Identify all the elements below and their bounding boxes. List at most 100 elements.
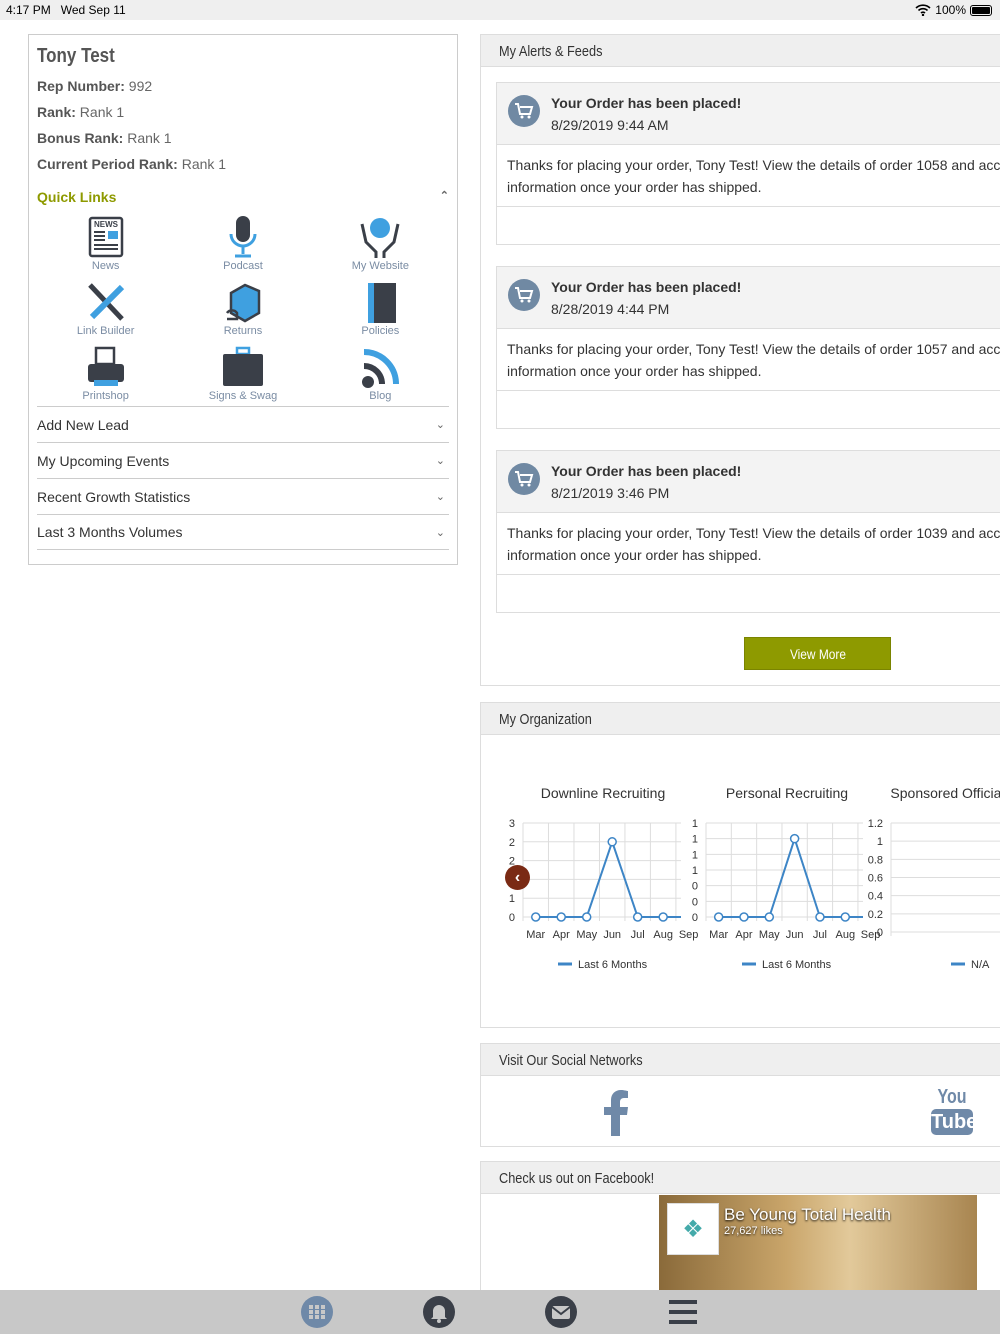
chart-title: Downline Recruiting [541,785,666,801]
youtube-icon[interactable]: You Tube [931,1086,977,1135]
alert-card[interactable]: Your Order has been placed! 8/28/2019 4:4… [496,266,1000,429]
facebook-title: Check us out on Facebook! [499,1170,655,1187]
chevron-down-icon: ⌄ [435,491,445,503]
data-point [713,912,724,922]
podcast-icon [229,216,257,258]
alert-card[interactable]: Your Order has been placed! 8/29/2019 9:4… [496,82,1000,245]
hamburger-menu-icon[interactable] [666,1295,700,1329]
grid-menu-icon[interactable] [300,1295,334,1329]
y-tick-label: 0 [509,912,515,924]
quick-link-returns[interactable]: Returns [174,274,311,339]
facebook-icon[interactable] [601,1088,631,1136]
y-tick-label: 1 [692,834,698,846]
page-name: Be Young Total Health [724,1205,891,1224]
my-website-icon [360,218,400,258]
bell-icon[interactable] [422,1295,456,1329]
accordion-item[interactable]: Last 3 Months Volumes ⌄ [37,514,449,550]
quick-links-grid: NEWS News Podcast My Website Link Builder Ret… [37,209,449,404]
organization-title: My Organization [499,711,592,728]
x-tick-label: Mar [709,929,728,941]
page-likes: 27,627 likes [724,1225,783,1237]
page-logo: ❖ [667,1203,719,1255]
cart-icon [508,95,540,127]
profile-panel: Tony Test Rep Number: 992 Rank: Rank 1 Bon… [28,34,458,565]
x-tick-label: Jul [813,929,827,941]
quick-link-news[interactable]: NEWS News [37,209,174,274]
quick-link-signs-swag[interactable]: Signs & Swag [174,339,311,404]
signs-swag-icon [222,346,263,386]
chevron-down-icon: ⌄ [435,419,445,431]
quick-link-link-builder[interactable]: Link Builder [37,274,174,339]
printshop-icon [87,346,124,386]
facebook-panel: Check us out on Facebook! ❖ Be Young Tot… [480,1161,1000,1301]
alert-title: Your Order has been placed! [551,463,742,479]
x-tick-label: Mar [526,929,545,941]
y-tick-label: 1.2 [868,818,883,830]
view-more-button[interactable]: View More [744,637,891,670]
accordion-item[interactable]: Add New Lead ⌄ [37,406,449,442]
x-tick-label: Apr [553,929,570,941]
alert-card[interactable]: Your Order has been placed! 8/21/2019 3:4… [496,450,1000,613]
quick-link-policies[interactable]: Policies [312,274,449,339]
data-point [739,912,749,922]
x-tick-label: Jul [631,929,645,941]
facebook-page-widget[interactable]: ❖ Be Young Total Health 27,627 likes [659,1195,977,1295]
alert-title: Your Order has been placed! [551,95,742,111]
link-builder-icon [87,283,124,321]
y-tick-label: 0.8 [868,854,883,866]
accordion-item[interactable]: Recent Growth Statistics ⌄ [37,478,449,514]
status-time: 4:17 PM [6,3,51,17]
blog-icon [362,349,400,388]
data-point [581,912,592,922]
alert-title: Your Order has been placed! [551,279,742,295]
x-tick-label: May [759,929,780,941]
cart-icon [508,279,540,311]
y-tick-label: 0.2 [868,909,883,921]
chart-title: Personal Recruiting [726,785,848,801]
chart-title: Sponsored Officials [890,785,1000,801]
accordion-item[interactable]: My Upcoming Events ⌄ [37,442,449,478]
x-tick-label: May [576,929,597,941]
data-point [789,833,800,844]
alerts-title: My Alerts & Feeds [499,43,603,60]
charts-area: Downline Recruiting01223Mar Apr May Jun Jul A… [509,785,1000,971]
y-tick-label: 2 [509,837,515,849]
data-point [840,912,851,922]
quick-links-header[interactable]: Quick Links ⌃ [37,189,449,205]
alert-date: 8/28/2019 4:44 PM [551,301,670,317]
alert-body: Thanks for placing your order, Tony Test… [497,513,1000,575]
y-tick-label: 1 [692,818,698,830]
x-tick-label: Jun [786,929,804,941]
legend-label: N/A [971,959,990,971]
quick-link-printshop[interactable]: Printshop [37,339,174,404]
x-tick-label: Aug [835,929,855,941]
organization-panel: My Organization Downline Recruiting 0 1 2 2 3… [480,702,1000,1028]
data-point [632,912,643,922]
returns-icon [225,283,261,323]
x-tick-label: Jun [603,929,621,941]
mail-icon[interactable] [544,1295,578,1329]
profile-field: Current Period Rank: Rank 1 [37,156,227,172]
quick-link-blog[interactable]: Blog [312,339,449,404]
data-point [815,912,825,922]
alert-date: 8/29/2019 9:44 AM [551,117,669,133]
data-point [556,912,566,922]
status-bar: 4:17 PM Wed Sep 11 100% [0,0,1000,20]
x-tick-label: Aug [653,929,673,941]
y-tick-label: 1 [509,893,515,905]
profile-name: Tony Test [37,45,115,67]
quick-link-podcast[interactable]: Podcast [174,209,311,274]
y-tick-label: 0 [692,912,698,924]
policies-icon [368,283,397,323]
legend-label: Last 6 Months [762,959,832,971]
y-tick-label: 1 [692,849,698,861]
social-panel: Visit Our Social Networks You Tube [480,1043,1000,1147]
wifi-icon [915,4,931,16]
data-point [658,912,668,922]
cart-icon [508,463,540,495]
series-line [718,835,863,918]
carousel-prev-button[interactable]: ‹ [505,865,530,890]
y-tick-label: 3 [509,818,515,830]
y-tick-label: 0 [692,881,698,893]
quick-link-my-website[interactable]: My Website [312,209,449,274]
